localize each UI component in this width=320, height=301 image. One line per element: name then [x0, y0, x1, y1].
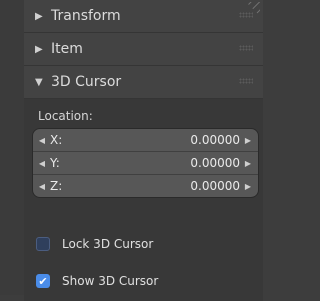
- triangle-down-icon: ▼: [35, 76, 43, 88]
- drag-handle-icon[interactable]: [239, 45, 253, 51]
- field-value: 0.00000: [190, 156, 240, 170]
- lock-3d-cursor-row[interactable]: Lock 3D Cursor: [36, 235, 153, 253]
- drag-handle-icon[interactable]: [239, 78, 253, 84]
- arrow-left-icon[interactable]: ◀: [36, 159, 48, 168]
- location-x-field[interactable]: ◀ X: 0.00000 ▶: [33, 129, 258, 152]
- panel-title: Transform: [51, 8, 121, 24]
- lock-3d-cursor-checkbox[interactable]: [36, 237, 50, 251]
- panel-body-3d-cursor: Location: ◀ X: 0.00000 ▶ ◀ Y: 0.00000 ▶ …: [24, 99, 263, 301]
- panel-title: Item: [51, 41, 83, 57]
- arrow-right-icon[interactable]: ▶: [242, 182, 254, 191]
- location-y-field[interactable]: ◀ Y: 0.00000 ▶: [33, 152, 258, 175]
- properties-sidebar: ▶ Transform ▶ Item ▼ 3D Cursor Location:…: [24, 0, 263, 301]
- viewport-edge: [0, 0, 24, 295]
- triangle-right-icon: ▶: [35, 43, 43, 55]
- show-3d-cursor-label: Show 3D Cursor: [62, 274, 159, 288]
- panel-header-3d-cursor[interactable]: ▼ 3D Cursor: [24, 66, 263, 99]
- arrow-right-icon[interactable]: ▶: [242, 136, 254, 145]
- arrow-right-icon[interactable]: ▶: [242, 159, 254, 168]
- panel-header-item[interactable]: ▶ Item: [24, 33, 263, 66]
- field-value: 0.00000: [190, 179, 240, 193]
- panel-title: 3D Cursor: [51, 74, 122, 90]
- arrow-left-icon[interactable]: ◀: [36, 182, 48, 191]
- arrow-left-icon[interactable]: ◀: [36, 136, 48, 145]
- show-3d-cursor-checkbox[interactable]: ✔: [36, 274, 50, 288]
- field-label: X:: [50, 133, 63, 147]
- location-label: Location:: [38, 109, 93, 123]
- lock-3d-cursor-label: Lock 3D Cursor: [62, 237, 154, 251]
- location-z-field[interactable]: ◀ Z: 0.00000 ▶: [33, 175, 258, 197]
- location-fields: ◀ X: 0.00000 ▶ ◀ Y: 0.00000 ▶ ◀ Z: 0.000…: [32, 128, 259, 198]
- field-value: 0.00000: [190, 133, 240, 147]
- field-label: Z:: [50, 179, 63, 193]
- drag-handle-icon[interactable]: [239, 12, 253, 18]
- show-3d-cursor-row[interactable]: ✔ Show 3D Cursor: [36, 272, 158, 290]
- triangle-right-icon: ▶: [35, 10, 43, 22]
- panel-header-transform[interactable]: ▶ Transform: [24, 0, 263, 33]
- checkmark-icon: ✔: [38, 274, 48, 288]
- field-label: Y:: [50, 156, 60, 170]
